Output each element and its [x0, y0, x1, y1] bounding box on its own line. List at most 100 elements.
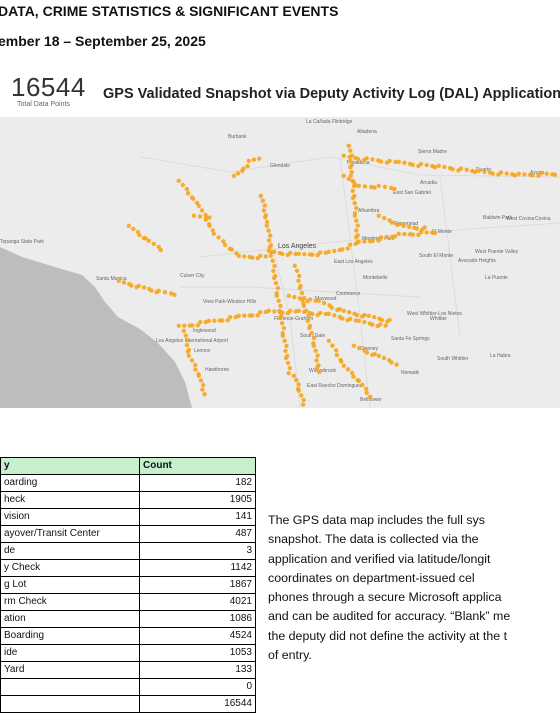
activity-cell: heck: [0, 491, 140, 509]
gps-point: [281, 325, 287, 331]
gps-point: [315, 365, 320, 370]
map-label: Covina: [535, 216, 551, 222]
gps-point: [341, 363, 346, 368]
gps-point: [356, 183, 361, 188]
gps-point: [272, 263, 277, 269]
gps-point: [206, 318, 211, 323]
gps-point: [522, 172, 527, 177]
gps-point: [382, 184, 388, 190]
gps-point: [354, 235, 359, 240]
gps-point: [389, 360, 394, 365]
gps-point: [183, 333, 188, 338]
gps-point: [235, 171, 241, 176]
map-label: Alhambra: [358, 208, 380, 214]
table-row: 0: [0, 678, 256, 696]
gps-point: [262, 215, 268, 220]
count-cell: 4021: [139, 593, 256, 611]
gps-point: [269, 249, 274, 255]
gps-point: [307, 325, 312, 331]
gps-point: [126, 223, 131, 228]
map-label: Los Angeles: [278, 243, 317, 250]
activity-count-table: y Count oarding 182 heck 1905 vision 141 ayove…: [0, 457, 256, 713]
gps-point: [280, 251, 285, 257]
gps-point: [198, 378, 204, 383]
gps-point: [392, 234, 398, 239]
gps-point: [196, 203, 201, 208]
gps-point: [121, 280, 127, 285]
gps-point: [326, 338, 331, 343]
gps-point: [424, 230, 429, 235]
gps-point: [432, 165, 438, 170]
gps-point: [181, 328, 186, 333]
gps-point: [317, 369, 322, 375]
gps-point: [389, 220, 395, 225]
gps-point: [351, 374, 356, 379]
gps-point: [190, 323, 195, 328]
count-cell: 0: [139, 678, 256, 696]
gps-point: [351, 343, 356, 348]
table-row: Boarding 4524: [0, 627, 256, 645]
gps-point: [207, 215, 212, 220]
gps-point: [299, 393, 304, 398]
gps-point: [362, 319, 367, 325]
gps-point: [348, 148, 353, 153]
gps-point: [261, 208, 267, 213]
gps-point: [271, 268, 276, 274]
map-label: Whittier: [430, 316, 447, 322]
gps-point: [280, 310, 285, 315]
gps-point: [191, 213, 196, 218]
gps-point: [300, 297, 305, 302]
gps-point: [340, 316, 345, 321]
gps-point: [356, 318, 361, 323]
paragraph-line: the deputy did not define the activity a…: [268, 628, 508, 643]
gps-point: [266, 308, 271, 313]
activity-cell: ayover/Transit Center: [0, 525, 140, 543]
gps-point: [292, 263, 297, 268]
count-cell: 3: [139, 542, 256, 560]
gps-point: [345, 246, 350, 251]
gps-point: [349, 153, 354, 158]
gps-point: [326, 249, 331, 254]
map-label: Los Angeles International Airport: [156, 338, 229, 344]
gps-point: [236, 253, 241, 258]
count-cell: 133: [139, 661, 256, 679]
gps-point: [340, 247, 345, 252]
gps-point: [242, 254, 247, 259]
map-label: La Habra: [490, 353, 511, 359]
gps-point: [538, 171, 544, 176]
gps-point: [346, 143, 351, 148]
gps-point: [276, 298, 281, 303]
gps-point: [263, 254, 268, 259]
gps-point: [277, 315, 283, 321]
table-row: 16544: [0, 695, 256, 713]
gps-point: [394, 362, 399, 367]
gps-point: [392, 186, 397, 192]
activity-cell: oarding: [0, 474, 140, 492]
table-row: rm Check 4021: [0, 593, 256, 611]
gps-point: [355, 156, 361, 162]
gps-point: [271, 275, 277, 281]
gps-point: [387, 317, 392, 323]
map-label: Commerce: [336, 291, 361, 297]
gps-point: [450, 167, 455, 172]
gps-point: [341, 153, 346, 158]
gps-point: [228, 315, 233, 320]
gps-point: [410, 162, 415, 168]
gps-point: [309, 330, 314, 336]
gps-point: [251, 157, 257, 162]
table-header-row: y Count: [0, 457, 256, 475]
activity-cell: [0, 695, 140, 713]
gps-point: [372, 351, 377, 357]
total-data-points-value: 16544: [11, 72, 86, 102]
gps-point: [472, 169, 478, 175]
gps-activity-map: La Cañada Flintridge Altadena Sierra Mad…: [0, 117, 560, 408]
gps-point: [372, 185, 377, 190]
gps-point: [222, 242, 228, 248]
gps-point: [346, 176, 351, 182]
gps-point: [172, 292, 177, 297]
gps-point: [185, 338, 191, 343]
gps-point: [544, 171, 549, 176]
count-cell: 487: [139, 525, 256, 543]
gps-point: [146, 238, 151, 243]
map-label: East Los Angeles: [334, 259, 373, 265]
